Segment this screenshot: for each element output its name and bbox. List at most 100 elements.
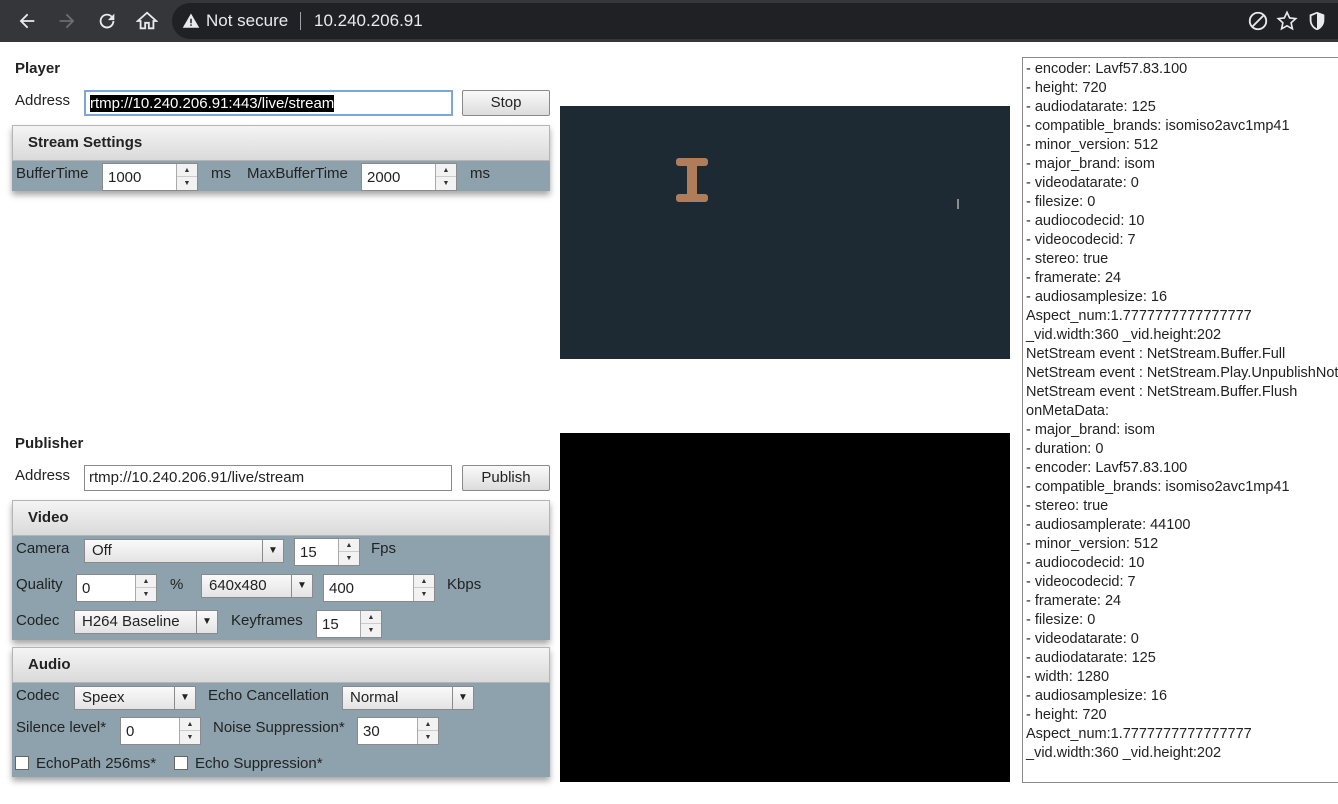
chevron-down-icon[interactable]: ▼ bbox=[452, 687, 473, 709]
stepper-down-icon[interactable]: ▼ bbox=[414, 588, 434, 601]
log-line: - encoder: Lavf57.83.100 bbox=[1026, 61, 1188, 77]
chevron-down-icon[interactable]: ▼ bbox=[174, 687, 195, 709]
noise-suppression-value: 30 bbox=[363, 723, 380, 740]
url-text[interactable]: 10.240.206.91 bbox=[314, 11, 423, 31]
stepper-up-icon[interactable]: ▲ bbox=[436, 164, 456, 177]
omnibox-divider bbox=[300, 12, 301, 30]
log-line: - audiosamplesize: 16 bbox=[1026, 688, 1168, 704]
silence-level-label: Silence level* bbox=[16, 719, 107, 736]
noise-suppression-arrows[interactable]: ▲ ▼ bbox=[417, 718, 438, 744]
stepper-up-icon[interactable]: ▲ bbox=[177, 164, 197, 177]
stream-settings-body: BufferTime 1000 ▲ ▼ ms MaxBufferTime 2000… bbox=[12, 161, 550, 191]
stepper-up-icon[interactable]: ▲ bbox=[418, 718, 438, 731]
buffer-time-stepper[interactable]: 1000 ▲ ▼ bbox=[102, 163, 198, 191]
log-line: - major_brand: isom bbox=[1026, 156, 1155, 172]
camera-label: Camera bbox=[16, 540, 70, 557]
log-line: - videocodecid: 7 bbox=[1026, 574, 1136, 590]
log-line: - audiodatarate: 125 bbox=[1026, 99, 1156, 115]
silence-level-arrows[interactable]: ▲ ▼ bbox=[179, 718, 200, 744]
stepper-up-icon[interactable]: ▲ bbox=[180, 718, 200, 731]
stop-button[interactable]: Stop bbox=[462, 90, 550, 116]
video-codec-value: H264 Baseline bbox=[82, 613, 180, 630]
noise-suppression-stepper[interactable]: 30 ▲ ▼ bbox=[357, 717, 439, 745]
echo-cancellation-value: Normal bbox=[350, 689, 399, 706]
video-codec-select[interactable]: H264 Baseline ▼ bbox=[74, 610, 218, 634]
buffer-time-arrows[interactable]: ▲ ▼ bbox=[176, 164, 197, 190]
stepper-down-icon[interactable]: ▼ bbox=[361, 624, 381, 637]
video-panel-title: Video bbox=[12, 500, 550, 536]
stepper-up-icon[interactable]: ▲ bbox=[361, 611, 381, 624]
chevron-down-icon[interactable]: ▼ bbox=[262, 540, 283, 562]
audio-panel-body: Codec Speex ▼ Echo Cancellation Normal ▼… bbox=[12, 683, 550, 777]
log-line: NetStream event : NetStream.Play.Unpubli… bbox=[1026, 365, 1338, 381]
echopath-label: EchoPath 256ms* bbox=[36, 755, 157, 772]
stepper-up-icon[interactable]: ▲ bbox=[339, 539, 359, 552]
player-address-label: Address bbox=[15, 92, 71, 109]
stepper-down-icon[interactable]: ▼ bbox=[177, 177, 197, 190]
resolution-select[interactable]: 640x480 ▼ bbox=[201, 574, 313, 598]
bitrate-unit: Kbps bbox=[447, 576, 482, 593]
chevron-down-icon[interactable]: ▼ bbox=[196, 611, 217, 633]
echo-suppression-checkbox[interactable] bbox=[174, 756, 188, 770]
log-line: - major_brand: isom bbox=[1026, 422, 1155, 438]
forward-icon[interactable] bbox=[52, 6, 82, 36]
player-address-input[interactable]: rtmp://10.240.206.91:443/live/stream bbox=[84, 90, 453, 116]
chevron-down-icon[interactable]: ▼ bbox=[291, 575, 312, 597]
stepper-down-icon[interactable]: ▼ bbox=[436, 177, 456, 190]
stepper-down-icon[interactable]: ▼ bbox=[339, 552, 359, 565]
stepper-down-icon[interactable]: ▼ bbox=[418, 731, 438, 744]
resolution-value: 640x480 bbox=[209, 577, 267, 594]
log-line: - compatible_brands: isomiso2avc1mp41 bbox=[1026, 118, 1290, 134]
player-title: Player bbox=[15, 60, 61, 77]
star-icon[interactable] bbox=[1276, 10, 1298, 32]
log-line: Aspect_num:1.7777777777777777 bbox=[1026, 726, 1252, 742]
buffer-time-unit: ms bbox=[211, 165, 231, 182]
bitrate-arrows[interactable]: ▲ ▼ bbox=[413, 575, 434, 601]
publish-button[interactable]: Publish bbox=[462, 465, 550, 491]
log-line: - minor_version: 512 bbox=[1026, 536, 1159, 552]
audio-codec-select[interactable]: Speex ▼ bbox=[74, 686, 196, 710]
max-buffer-stepper[interactable]: 2000 ▲ ▼ bbox=[361, 163, 457, 191]
log-line: onMetaData: bbox=[1026, 403, 1110, 419]
log-line: _vid.width:360 _vid.height:202 bbox=[1026, 745, 1222, 761]
fps-arrows[interactable]: ▲ ▼ bbox=[338, 539, 359, 565]
bitrate-stepper[interactable]: 400 ▲ ▼ bbox=[323, 574, 435, 602]
event-log[interactable]: - encoder: Lavf57.83.100 - height: 720 -… bbox=[1022, 57, 1338, 783]
quality-stepper[interactable]: 0 ▲ ▼ bbox=[76, 574, 157, 602]
stepper-up-icon[interactable]: ▲ bbox=[136, 575, 156, 588]
home-icon[interactable] bbox=[132, 6, 162, 36]
fps-stepper[interactable]: 15 ▲ ▼ bbox=[294, 538, 360, 566]
keyframes-arrows[interactable]: ▲ ▼ bbox=[360, 611, 381, 637]
max-buffer-label: MaxBufferTime bbox=[247, 165, 348, 182]
block-icon[interactable] bbox=[1247, 10, 1269, 32]
security-label: Not secure bbox=[206, 11, 289, 30]
log-line: Aspect_num:1.7777777777777777 bbox=[1026, 308, 1252, 324]
echo-cancellation-select[interactable]: Normal ▼ bbox=[342, 686, 474, 710]
keyframes-value: 15 bbox=[322, 616, 339, 633]
shield-icon[interactable] bbox=[1306, 10, 1328, 32]
fps-value: 15 bbox=[300, 544, 317, 561]
log-line: - audiocodecid: 10 bbox=[1026, 555, 1145, 571]
stepper-down-icon[interactable]: ▼ bbox=[180, 731, 200, 744]
stepper-up-icon[interactable]: ▲ bbox=[414, 575, 434, 588]
echopath-checkbox[interactable] bbox=[15, 756, 29, 770]
log-line: - minor_version: 512 bbox=[1026, 137, 1159, 153]
publisher-address-input[interactable]: rtmp://10.240.206.91/live/stream bbox=[84, 465, 452, 491]
stepper-down-icon[interactable]: ▼ bbox=[136, 588, 156, 601]
silence-level-stepper[interactable]: 0 ▲ ▼ bbox=[120, 717, 201, 745]
buffer-time-value: 1000 bbox=[108, 169, 142, 186]
camera-select[interactable]: Off ▼ bbox=[84, 539, 284, 563]
reload-icon[interactable] bbox=[92, 6, 122, 36]
player-video[interactable] bbox=[560, 106, 1010, 359]
audio-codec-label: Codec bbox=[16, 687, 60, 704]
camera-value: Off bbox=[92, 542, 112, 559]
publisher-video[interactable] bbox=[560, 433, 1010, 782]
address-bar[interactable]: Not secure 10.240.206.91 bbox=[172, 3, 1338, 39]
max-buffer-arrows[interactable]: ▲ ▼ bbox=[435, 164, 456, 190]
player-address-value: rtmp://10.240.206.91:443/live/stream bbox=[90, 95, 335, 112]
keyframes-stepper[interactable]: 15 ▲ ▼ bbox=[316, 610, 382, 638]
log-line: - width: 1280 bbox=[1026, 669, 1110, 685]
back-icon[interactable] bbox=[12, 6, 42, 36]
quality-arrows[interactable]: ▲ ▼ bbox=[135, 575, 156, 601]
log-line: - duration: 0 bbox=[1026, 441, 1104, 457]
